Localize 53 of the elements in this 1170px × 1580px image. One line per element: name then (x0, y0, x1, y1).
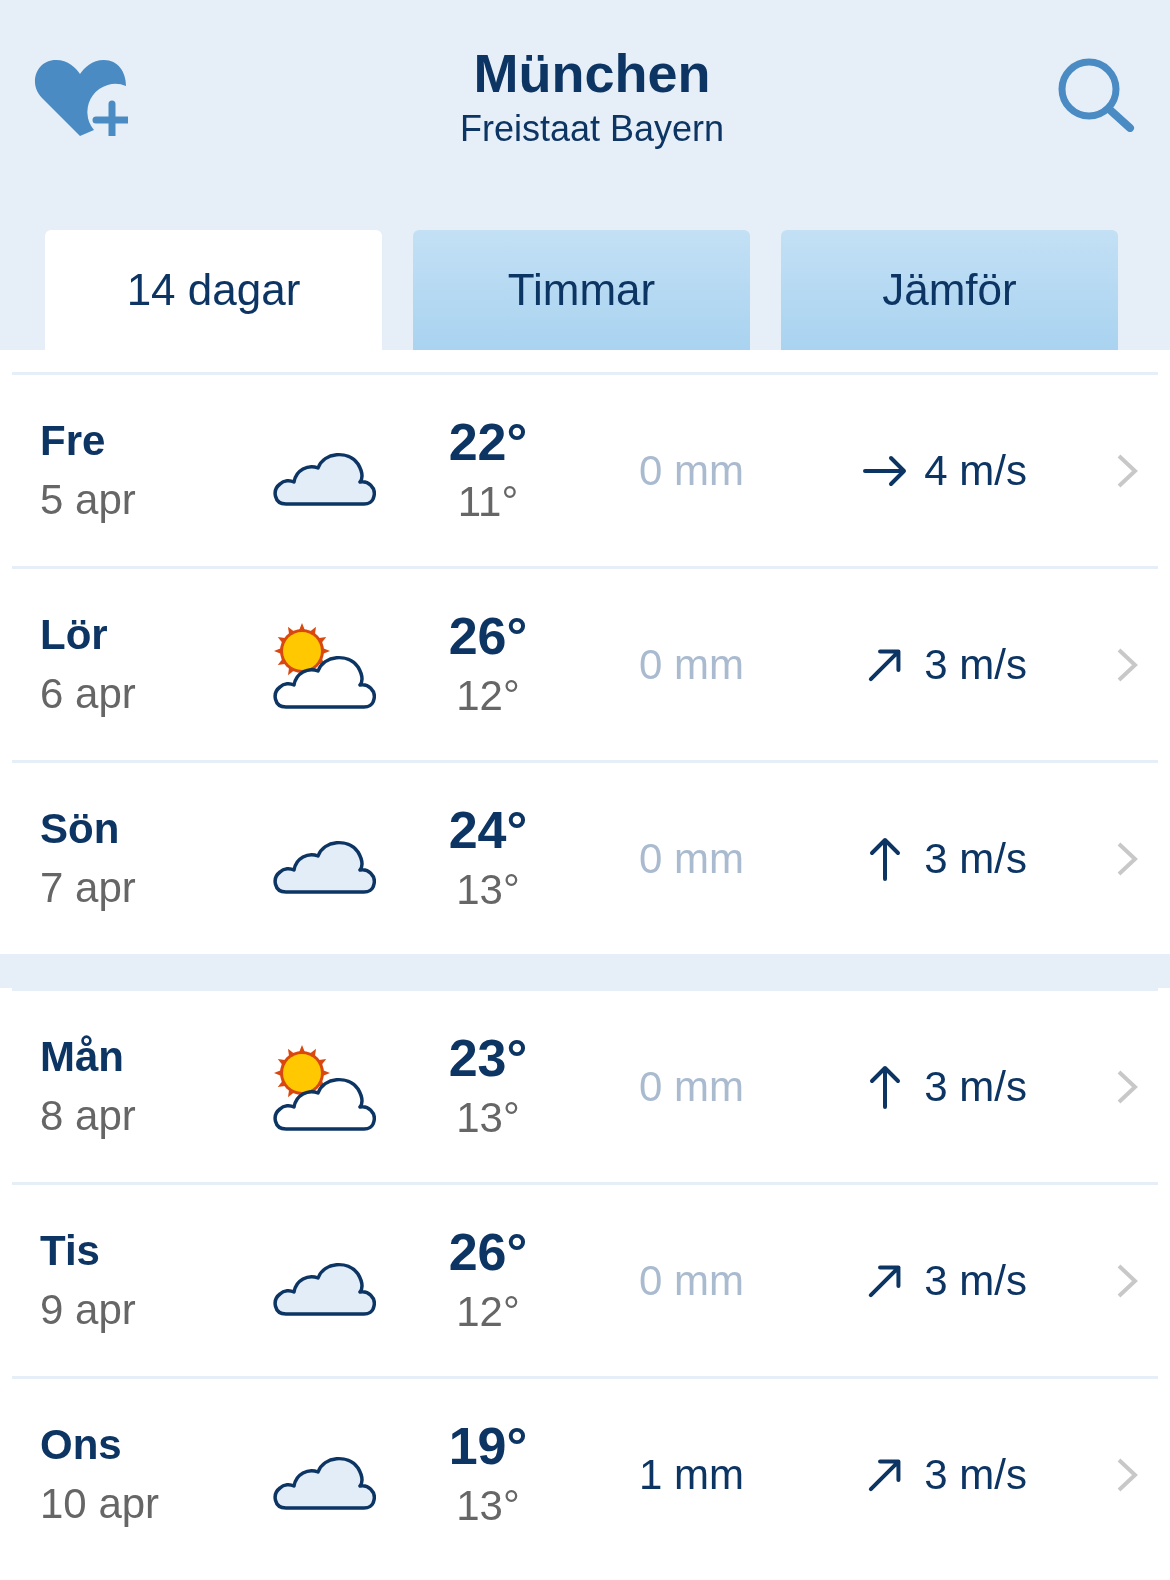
day-row[interactable]: Fre 5 apr 22° 11° 0 mm 4 m/s (12, 372, 1158, 566)
tab[interactable]: 14 dagar (45, 230, 382, 350)
wind-speed: 4 m/s (924, 445, 1027, 496)
chevron-right-icon (1116, 646, 1138, 683)
chevron-right-icon (1116, 1068, 1138, 1105)
precipitation: 0 mm (639, 1061, 744, 1112)
high-temperature: 22° (448, 411, 528, 473)
day-row[interactable]: Mån 8 apr 23° 13° 0 mm 3 m/s (12, 988, 1158, 1182)
chevron-right-icon (1116, 452, 1138, 489)
day-date: 10 apr (40, 1478, 161, 1529)
day-row[interactable]: Ons 10 apr 19° 13° 1 mm 3 m/s (12, 1376, 1158, 1570)
high-temperature: 23° (448, 1027, 528, 1089)
precipitation: 0 mm (639, 833, 744, 884)
day-date: 7 apr (40, 862, 137, 913)
low-temperature: 13° (456, 864, 520, 915)
search-icon[interactable] (1056, 56, 1136, 132)
day-name: Mån (40, 1031, 125, 1082)
high-temperature: 26° (448, 605, 528, 667)
precipitation: 0 mm (639, 445, 744, 496)
day-name: Sön (40, 803, 121, 854)
low-temperature: 11° (457, 476, 519, 527)
day-name: Lör (40, 609, 109, 660)
day-name: Ons (40, 1419, 123, 1470)
chevron-right-icon (1116, 1262, 1138, 1299)
day-name: Tis (40, 1225, 101, 1276)
chevron-right-icon (1116, 1456, 1138, 1493)
day-date: 8 apr (40, 1090, 137, 1141)
precipitation: 0 mm (639, 1255, 744, 1306)
region-name: Freistaat Bayern (459, 107, 725, 151)
wind-speed: 3 m/s (924, 1061, 1027, 1112)
low-temperature: 13° (456, 1092, 520, 1143)
day-date: 5 apr (40, 474, 137, 525)
low-temperature: 12° (456, 670, 520, 721)
precipitation: 1 mm (639, 1449, 744, 1500)
chevron-right-icon (1116, 840, 1138, 877)
high-temperature: 24° (448, 799, 528, 861)
wind-speed: 3 m/s (924, 1449, 1027, 1500)
wind-speed: 3 m/s (924, 833, 1027, 884)
low-temperature: 12° (456, 1286, 520, 1337)
day-name: Fre (40, 415, 107, 466)
day-row[interactable]: Lör 6 apr 26° 12° 0 mm 3 m/s (12, 566, 1158, 760)
wind-speed: 3 m/s (924, 1255, 1027, 1306)
tab[interactable]: Timmar (413, 230, 750, 350)
tab[interactable]: Jämför (781, 230, 1118, 350)
high-temperature: 26° (448, 1221, 528, 1283)
low-temperature: 13° (456, 1480, 520, 1531)
wind-speed: 3 m/s (924, 639, 1027, 690)
city-name: München (473, 42, 711, 104)
day-date: 9 apr (40, 1284, 137, 1335)
day-row[interactable]: Tis 9 apr 26° 12° 0 mm 3 m/s (12, 1182, 1158, 1376)
precipitation: 0 mm (639, 639, 744, 690)
day-date: 6 apr (40, 668, 137, 719)
high-temperature: 19° (448, 1415, 528, 1477)
